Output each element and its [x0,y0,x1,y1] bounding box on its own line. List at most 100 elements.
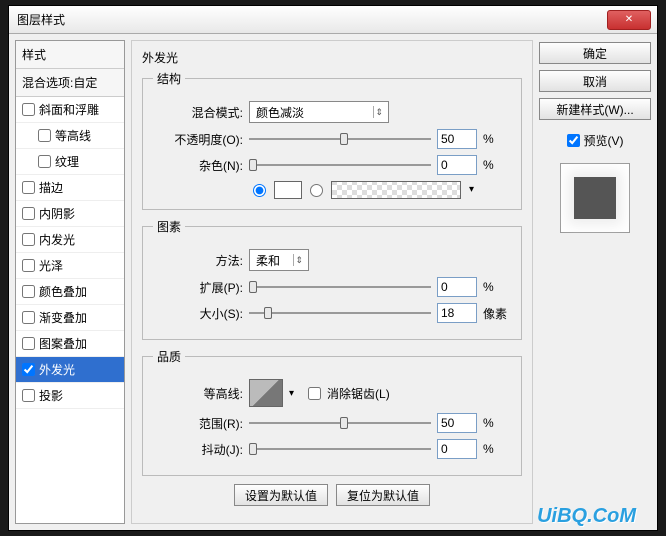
jitter-label: 抖动(J): [153,441,243,458]
style-checkbox[interactable] [22,181,35,194]
chevron-down-icon[interactable]: ▾ [289,388,294,399]
opacity-unit: % [483,132,511,146]
elements-group: 图素 方法: 柔和⇕ 扩展(P): % 大小(S): [142,218,522,340]
panel-title: 外发光 [142,49,522,66]
preview-label: 预览(V) [584,132,624,149]
style-label: 内发光 [39,231,75,248]
spread-unit: % [483,280,511,294]
color-radio[interactable] [253,184,266,197]
method-select[interactable]: 柔和⇕ [249,249,309,271]
jitter-input[interactable] [437,439,477,459]
new-style-button[interactable]: 新建样式(W)... [539,98,651,120]
noise-slider[interactable] [249,158,431,172]
opacity-input[interactable] [437,129,477,149]
style-label: 纹理 [55,153,79,170]
size-slider[interactable] [249,306,431,320]
range-slider[interactable] [249,416,431,430]
style-item-4[interactable]: 内阴影 [16,201,124,227]
jitter-slider[interactable] [249,442,431,456]
close-button[interactable]: ✕ [607,10,651,30]
styles-header[interactable]: 样式 [16,41,124,69]
dialog-window: 图层样式 ✕ 样式 混合选项:自定 斜面和浮雕等高线纹理描边内阴影内发光光泽颜色… [8,5,658,531]
range-unit: % [483,416,511,430]
contour-label: 等高线: [153,385,243,402]
chevron-updown-icon: ⇕ [375,107,383,118]
style-label: 内阴影 [39,205,75,222]
range-label: 范围(R): [153,415,243,432]
style-checkbox[interactable] [22,311,35,324]
method-label: 方法: [153,252,243,269]
style-item-1[interactable]: 等高线 [16,123,124,149]
style-label: 颜色叠加 [39,283,87,300]
elements-legend: 图素 [153,218,185,235]
style-checkbox[interactable] [22,363,35,376]
style-item-0[interactable]: 斜面和浮雕 [16,97,124,123]
style-item-10[interactable]: 外发光 [16,357,124,383]
noise-label: 杂色(N): [153,157,243,174]
style-checkbox[interactable] [22,337,35,350]
preview-checkbox[interactable] [567,134,580,147]
style-checkbox[interactable] [22,233,35,246]
style-item-7[interactable]: 颜色叠加 [16,279,124,305]
noise-unit: % [483,158,511,172]
style-checkbox[interactable] [22,259,35,272]
style-item-2[interactable]: 纹理 [16,149,124,175]
style-label: 斜面和浮雕 [39,101,99,118]
style-checkbox[interactable] [22,389,35,402]
opacity-slider[interactable] [249,132,431,146]
make-default-button[interactable]: 设置为默认值 [234,484,328,506]
gradient-radio[interactable] [310,184,323,197]
style-item-8[interactable]: 渐变叠加 [16,305,124,331]
size-unit: 像素 [483,305,511,322]
chevron-updown-icon: ⇕ [295,255,303,266]
reset-default-button[interactable]: 复位为默认值 [336,484,430,506]
structure-group: 结构 混合模式: 颜色减淡⇕ 不透明度(O): % 杂色(N): [142,70,522,210]
ok-button[interactable]: 确定 [539,42,651,64]
spread-input[interactable] [437,277,477,297]
quality-group: 品质 等高线: ▾ 消除锯齿(L) 范围(R): % 抖动(J): [142,348,522,476]
style-checkbox[interactable] [22,207,35,220]
dialog-body: 样式 混合选项:自定 斜面和浮雕等高线纹理描边内阴影内发光光泽颜色叠加渐变叠加图… [9,34,657,530]
style-label: 光泽 [39,257,63,274]
spread-label: 扩展(P): [153,279,243,296]
right-panel: 确定 取消 新建样式(W)... 预览(V) [539,40,651,524]
size-input[interactable] [437,303,477,323]
options-panel: 外发光 结构 混合模式: 颜色减淡⇕ 不透明度(O): % 杂色(N): [131,40,533,524]
style-checkbox[interactable] [22,103,35,116]
watermark: UiBQ.CoM [537,505,636,528]
jitter-unit: % [483,442,511,456]
opacity-label: 不透明度(O): [153,131,243,148]
style-checkbox[interactable] [38,155,51,168]
color-swatch[interactable] [274,181,302,199]
style-label: 描边 [39,179,63,196]
blending-options[interactable]: 混合选项:自定 [16,69,124,97]
gradient-swatch[interactable]: ▾ [331,181,461,199]
style-label: 外发光 [39,361,75,378]
range-input[interactable] [437,413,477,433]
dialog-title: 图层样式 [17,11,65,28]
style-checkbox[interactable] [38,129,51,142]
preview-box [560,163,630,233]
style-item-5[interactable]: 内发光 [16,227,124,253]
style-label: 渐变叠加 [39,309,87,326]
antialias-checkbox[interactable] [308,387,321,400]
structure-legend: 结构 [153,70,185,87]
contour-picker[interactable] [249,379,283,407]
cancel-button[interactable]: 取消 [539,70,651,92]
size-label: 大小(S): [153,305,243,322]
style-item-3[interactable]: 描边 [16,175,124,201]
style-checkbox[interactable] [22,285,35,298]
style-label: 等高线 [55,127,91,144]
styles-list: 样式 混合选项:自定 斜面和浮雕等高线纹理描边内阴影内发光光泽颜色叠加渐变叠加图… [15,40,125,524]
spread-slider[interactable] [249,280,431,294]
style-item-6[interactable]: 光泽 [16,253,124,279]
antialias-label: 消除锯齿(L) [327,385,390,402]
style-item-11[interactable]: 投影 [16,383,124,409]
quality-legend: 品质 [153,348,185,365]
style-item-9[interactable]: 图案叠加 [16,331,124,357]
blend-mode-select[interactable]: 颜色减淡⇕ [249,101,389,123]
noise-input[interactable] [437,155,477,175]
titlebar: 图层样式 ✕ [9,6,657,34]
chevron-down-icon: ▾ [469,184,474,195]
style-label: 图案叠加 [39,335,87,352]
